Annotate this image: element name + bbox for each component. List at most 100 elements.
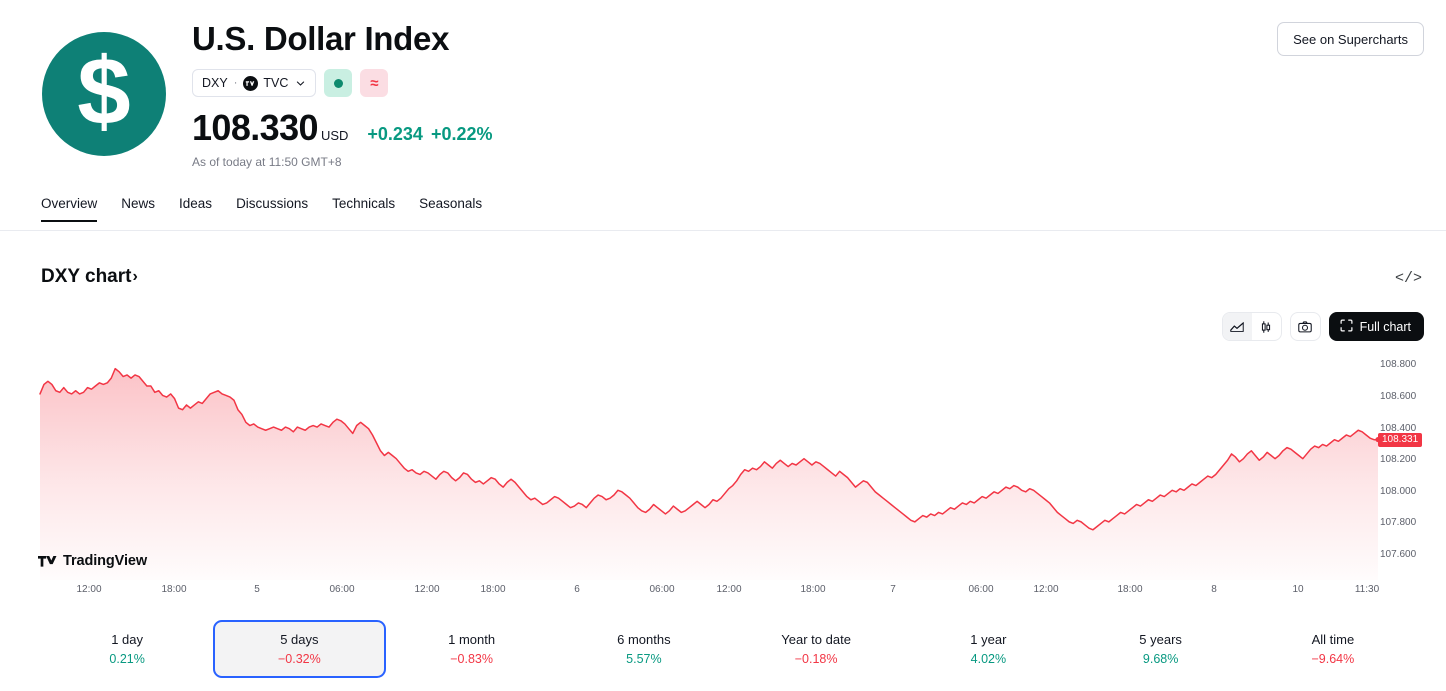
x-axis-tick: 18:00 <box>161 584 187 595</box>
x-axis-tick: 12:00 <box>414 584 440 595</box>
change-percent: +0.22% <box>430 124 493 144</box>
x-axis-tick: 12:00 <box>716 584 742 595</box>
x-axis-tick: 18:00 <box>800 584 826 595</box>
range-value: −0.83% <box>450 652 493 666</box>
y-axis-tick: 108.600 <box>1380 391 1417 403</box>
y-axis-tick: 108.200 <box>1380 454 1417 466</box>
tab-seasonals[interactable]: Seasonals <box>419 196 482 222</box>
tradingview-logo-icon <box>38 554 57 569</box>
range-value: 9.68% <box>1142 652 1179 666</box>
page-title: U.S. Dollar Index <box>192 20 450 57</box>
derived-data-badge[interactable]: ≈ <box>360 69 389 97</box>
symbol-meta-row: DXY · TVC ≈ <box>192 69 493 97</box>
x-axis-tick: 12:00 <box>76 584 102 595</box>
chart-type-group <box>1221 312 1282 341</box>
x-axis-tick: 10 <box>1292 584 1304 595</box>
range-1-day[interactable]: 1 day 0.21% <box>41 620 213 678</box>
chart-y-axis: 108.800 108.600 108.400 108.200 108.000 107.8… <box>1378 348 1446 580</box>
chart-toolbar: Full chart <box>1221 312 1424 341</box>
x-axis-tick: 18:00 <box>1117 584 1143 595</box>
range-label: 1 month <box>448 632 496 647</box>
tab-overview[interactable]: Overview <box>41 196 98 222</box>
range-value: −9.64% <box>1311 652 1355 666</box>
ticker-label: DXY <box>202 76 228 90</box>
range-label: 1 day <box>111 632 144 647</box>
tradingview-mark-icon <box>243 75 259 91</box>
range-label: 1 year <box>970 632 1007 647</box>
symbol-header-main: U.S. Dollar Index DXY · TVC ≈ 108.330 US… <box>192 18 493 169</box>
chart-title-text: DXY chart <box>41 266 132 287</box>
tab-technicals[interactable]: Technicals <box>332 196 395 222</box>
tab-news[interactable]: News <box>121 196 155 222</box>
range-label: 5 days <box>280 632 319 647</box>
tradingview-watermark: TradingView <box>38 553 147 569</box>
symbol-selector[interactable]: DXY · TVC <box>192 69 317 97</box>
x-axis-tick: 8 <box>1211 584 1217 595</box>
separator-dot: · <box>233 77 238 89</box>
approx-icon: ≈ <box>370 74 379 92</box>
price-row: 108.330 USD +0.234 +0.22% <box>192 109 493 147</box>
candles-chart-icon[interactable] <box>1252 313 1281 340</box>
market-open-dot-icon <box>333 78 343 88</box>
currency-label: USD <box>320 128 349 143</box>
full-chart-label: Full chart <box>1359 319 1411 334</box>
embed-code-icon[interactable]: </> <box>1395 270 1422 287</box>
price-chart[interactable]: TradingView <box>0 348 1446 580</box>
range-1-month[interactable]: 1 month −0.83% <box>386 620 558 678</box>
range-value: 0.21% <box>109 652 145 666</box>
full-chart-button[interactable]: Full chart <box>1328 312 1424 341</box>
y-axis-tick: 107.800 <box>1380 517 1417 529</box>
chart-svg <box>39 367 1381 580</box>
x-axis-tick: 6 <box>574 584 580 595</box>
as-of-timestamp: As of today at 11:50 GMT+8 <box>192 155 342 169</box>
range-label: 6 months <box>617 632 671 647</box>
range-label: All time <box>1311 632 1355 647</box>
range-value: 4.02% <box>970 652 1007 666</box>
x-axis-tick: 7 <box>890 584 896 595</box>
symbol-logo: $ <box>42 32 166 156</box>
last-price: 108.330 <box>192 107 319 148</box>
x-axis-tick: 06:00 <box>649 584 675 595</box>
range-all-time[interactable]: All time −9.64% <box>1247 620 1419 678</box>
y-axis-tick: 108.000 <box>1380 485 1417 497</box>
range-year-to-date[interactable]: Year to date −0.18% <box>730 620 902 678</box>
exchange-label: TVC <box>263 76 289 90</box>
change-absolute: +0.234 <box>367 124 423 144</box>
chart-title-link[interactable]: DXY chart › <box>41 266 138 288</box>
range-value: −0.32% <box>278 652 321 666</box>
x-axis-tick: 11:30 <box>1354 584 1380 595</box>
time-range-selector: 1 day 0.21% 5 days −0.32% 1 month −0.83%… <box>41 620 1419 678</box>
expand-icon <box>1340 319 1353 335</box>
x-axis-tick: 5 <box>254 584 260 595</box>
tab-discussions[interactable]: Discussions <box>236 196 308 222</box>
chevron-right-icon: › <box>132 268 138 285</box>
range-1-year[interactable]: 1 year 4.02% <box>902 620 1074 678</box>
area-chart-icon[interactable] <box>1222 313 1252 340</box>
tab-ideas[interactable]: Ideas <box>179 196 212 222</box>
x-axis-tick: 06:00 <box>968 584 994 595</box>
last-price-tag: 108.331 <box>1378 432 1423 447</box>
range-6-months[interactable]: 6 months 5.57% <box>558 620 730 678</box>
range-label: Year to date <box>781 632 851 647</box>
range-5-days[interactable]: 5 days −0.32% <box>213 620 386 678</box>
dollar-icon: $ <box>77 38 131 145</box>
snapshot-camera-icon[interactable] <box>1289 312 1321 341</box>
range-value: −0.18% <box>794 652 838 666</box>
chevron-down-icon <box>295 78 306 89</box>
range-label: 5 years <box>1139 632 1182 647</box>
tradingview-watermark-text: TradingView <box>63 553 148 569</box>
range-5-years[interactable]: 5 years 9.68% <box>1075 620 1247 678</box>
section-tabs: Overview News Ideas Discussions Technica… <box>0 196 1446 231</box>
range-value: 5.57% <box>626 652 662 666</box>
x-axis-tick: 06:00 <box>329 584 355 595</box>
market-open-badge[interactable] <box>324 69 353 97</box>
page-root: $ U.S. Dollar Index DXY · TVC ≈ 108.330 … <box>0 0 1446 691</box>
symbol-header: $ U.S. Dollar Index DXY · TVC ≈ 108.330 … <box>0 0 1446 188</box>
x-axis-tick: 18:00 <box>480 584 506 595</box>
chart-x-axis: 12:00 18:00 5 06:00 12:00 18:00 6 06:00 12:00 18:… <box>0 582 1446 602</box>
y-axis-tick: 107.600 <box>1380 549 1417 561</box>
chart-header: DXY chart › <box>41 266 138 288</box>
x-axis-tick: 12:00 <box>1033 584 1059 595</box>
y-axis-tick: 108.800 <box>1380 359 1417 371</box>
see-on-supercharts-button[interactable]: See on Supercharts <box>1277 22 1424 56</box>
